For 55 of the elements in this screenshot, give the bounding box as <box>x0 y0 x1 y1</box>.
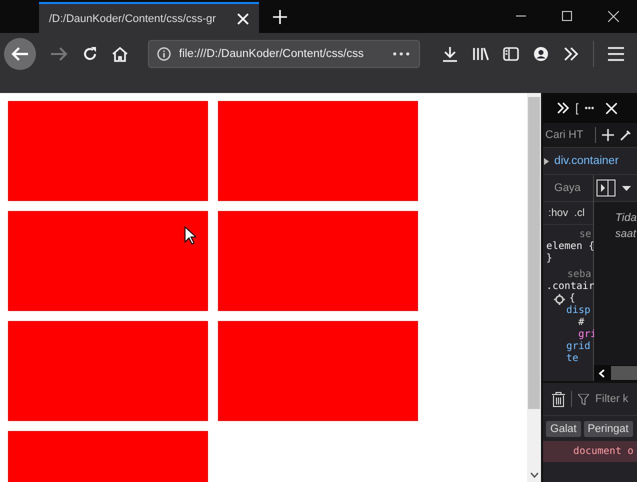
breadcrumb-item[interactable]: div.container <box>554 155 619 167</box>
reload-icon[interactable] <box>82 46 98 62</box>
chevrons-icon[interactable] <box>557 102 570 114</box>
sidebar-icon[interactable] <box>503 46 519 62</box>
property-name: te <box>566 353 578 365</box>
grid-toggle[interactable]: # <box>578 317 584 329</box>
code-line: elemen { <box>546 241 594 253</box>
panel-tab[interactable]: [ <box>575 101 579 115</box>
more-button[interactable]: ••• <box>584 103 594 113</box>
menu-icon[interactable] <box>608 47 624 61</box>
eyedropper-icon[interactable] <box>620 129 632 141</box>
error-message: document o <box>543 441 637 462</box>
toggle-button[interactable]: :hov <box>548 207 568 219</box>
caret-icon <box>544 158 550 164</box>
scrollbar-thumb[interactable] <box>611 366 637 380</box>
toggle-button[interactable]: .cl <box>574 207 585 219</box>
info-icon <box>157 47 171 61</box>
rule-source: se <box>579 229 592 241</box>
mouse-cursor-icon <box>184 226 196 245</box>
scrollbar[interactable] <box>594 365 637 381</box>
gear-icon <box>554 294 566 304</box>
dropdown-icon[interactable] <box>622 186 632 190</box>
back-arrow-icon <box>11 46 29 62</box>
download-icon[interactable] <box>442 46 458 62</box>
panel-toggle-icon[interactable] <box>596 179 616 197</box>
back-button[interactable] <box>4 38 36 70</box>
property-name: grid <box>566 341 590 353</box>
address-bar[interactable]: file:///D:/DaunKoder/Content/css/css ••• <box>148 40 420 68</box>
library-icon[interactable] <box>472 46 489 62</box>
home-icon[interactable] <box>112 46 128 62</box>
code-line: { <box>569 293 576 305</box>
filter-icon <box>578 394 590 404</box>
empty-state-text: Tida saat <box>614 211 637 242</box>
filter-field[interactable]: Gaya <box>554 182 594 194</box>
trash-icon[interactable] <box>552 392 566 406</box>
rule-source: seba <box>567 269 592 281</box>
close-icon[interactable] <box>608 11 619 22</box>
forward-icon[interactable] <box>50 46 68 62</box>
filter-button[interactable]: Peringat <box>584 420 633 436</box>
property-name: disp <box>566 305 590 317</box>
account-icon[interactable] <box>533 46 549 62</box>
property-value: gri <box>578 329 596 341</box>
chevron-left-icon[interactable] <box>598 368 606 378</box>
chevron-down-icon[interactable] <box>530 472 539 478</box>
maximize-icon[interactable] <box>562 11 572 21</box>
scrollbar[interactable] <box>527 93 542 482</box>
browser-tab[interactable]: /D:/DaunKoder/Content/css/css-gr <box>39 2 259 33</box>
filter-button[interactable]: Galat <box>546 420 581 436</box>
chevrons-icon[interactable] <box>563 46 579 62</box>
page-actions-button[interactable]: ••• <box>392 48 411 60</box>
code-line: .contair <box>546 281 594 293</box>
add-icon[interactable] <box>602 129 614 141</box>
filter-field[interactable]: Filter k <box>595 393 636 405</box>
code-line: } <box>546 253 552 265</box>
new-tab-icon[interactable] <box>273 10 287 24</box>
